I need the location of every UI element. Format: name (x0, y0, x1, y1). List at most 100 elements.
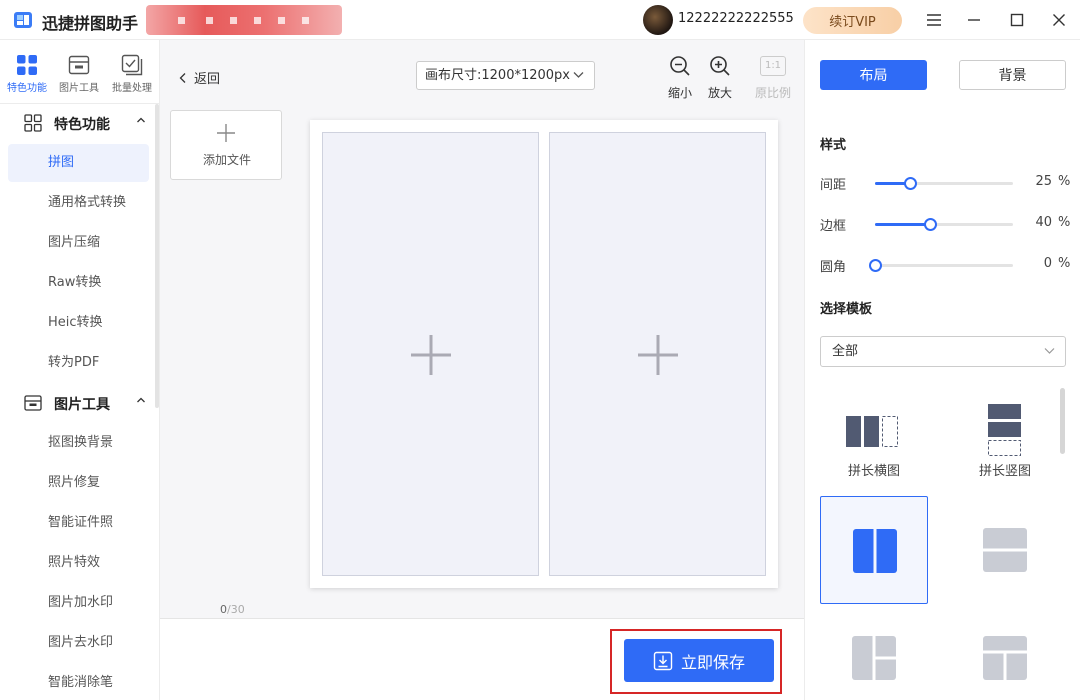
app-logo-icon (14, 12, 32, 28)
template-filter-select[interactable]: 全部 (820, 336, 1066, 367)
zoom-in-button[interactable]: 放大 (700, 54, 740, 100)
category-tabs: 特色功能 图片工具 批量处理 (0, 40, 160, 104)
download-icon (653, 651, 673, 670)
chevron-left-icon (179, 73, 186, 83)
tab-feature[interactable]: 特色功能 (1, 50, 53, 94)
template-one-plus-two-left[interactable] (820, 606, 928, 700)
template-long-vertical[interactable]: 拼长竖图 (951, 388, 1059, 496)
title-bar: 迅捷拼图助手 12222222222555 续订VIP (0, 0, 1080, 40)
file-count: 0/30 (220, 603, 245, 616)
slider-corner-knob[interactable] (869, 259, 882, 272)
add-file-label: 添加文件 (202, 153, 251, 167)
template-two-columns[interactable] (820, 496, 928, 604)
close-button[interactable] (1047, 8, 1071, 32)
slider-border: 边框 40 % (820, 214, 1070, 234)
slider-spacing-value: 25 (1035, 174, 1052, 189)
slider-corner: 圆角 0 % (820, 255, 1070, 275)
chevron-down-icon (573, 72, 584, 78)
zoom-out-label: 缩小 (667, 86, 692, 100)
collage-canvas (310, 120, 778, 588)
two-column-template-icon (853, 529, 897, 573)
save-now-button[interactable]: 立即保存 (624, 639, 774, 682)
file-count-value: 0 (220, 603, 227, 616)
style-title: 样式 (820, 138, 847, 153)
sidebar-scrollbar[interactable] (155, 104, 159, 408)
grid-icon (17, 55, 37, 75)
grid-outline-icon (24, 114, 42, 132)
slider-border-label: 边框 (820, 219, 847, 234)
tab-batch[interactable]: 批量处理 (106, 50, 158, 94)
canvas-size-select[interactable]: 画布尺寸:1200*1200px (416, 61, 595, 90)
tab-feature-label: 特色功能 (7, 83, 47, 94)
slider-corner-unit: % (1058, 256, 1071, 271)
slider-corner-track[interactable] (869, 259, 1013, 272)
split-left-template-icon (852, 636, 896, 680)
slider-border-value: 40 (1035, 215, 1052, 230)
image-slot-1[interactable] (322, 132, 539, 576)
chevron-up-icon (137, 397, 145, 403)
template-long-horizontal[interactable]: 拼长横图 (820, 388, 928, 496)
template-title: 选择模板 (820, 302, 873, 317)
close-icon (1053, 14, 1065, 26)
right-panel: 布局 背景 样式 间距 25 % 边框 40 % 圆角 0 % 选择模板 全部 … (804, 40, 1080, 700)
renew-vip-button[interactable]: 续订VIP (803, 7, 902, 34)
main-area: 返回 画布尺寸:1200*1200px 缩小 放大 1:1 原比例 添加文件 0… (160, 40, 804, 700)
template-scrollbar[interactable] (1060, 388, 1065, 454)
menu-item-photo-effects[interactable]: 照片特效 (8, 544, 149, 582)
chevron-down-icon (1044, 348, 1055, 354)
tab-layout[interactable]: 布局 (820, 60, 927, 90)
save-now-label: 立即保存 (680, 652, 745, 672)
tab-batch-label: 批量处理 (112, 83, 152, 94)
group-tools-header[interactable]: 图片工具 (0, 384, 160, 420)
menu-item-heic[interactable]: Heic转换 (8, 304, 149, 342)
menu-item-format-convert[interactable]: 通用格式转换 (8, 184, 149, 222)
menu-button[interactable] (922, 8, 946, 32)
minimize-button[interactable] (962, 8, 986, 32)
slider-spacing: 间距 25 % (820, 173, 1070, 193)
slider-spacing-knob[interactable] (903, 177, 917, 190)
menu-item-pdf[interactable]: 转为PDF (8, 344, 149, 382)
image-tool-icon (68, 55, 90, 75)
image-slot-2[interactable] (549, 132, 766, 576)
menu-item-id-photo[interactable]: 智能证件照 (8, 504, 149, 542)
plus-icon (411, 335, 451, 375)
tab-background[interactable]: 背景 (959, 60, 1066, 90)
slider-corner-label: 圆角 (820, 260, 847, 275)
template-two-rows[interactable] (951, 496, 1059, 604)
long-horizontal-template-icon (846, 416, 898, 447)
template-one-plus-two-bottom[interactable] (951, 606, 1059, 700)
template-long-horizontal-label: 拼长横图 (847, 464, 900, 479)
tab-image-tools-label: 图片工具 (59, 83, 99, 94)
slider-spacing-track[interactable] (875, 177, 1013, 190)
batch-icon (121, 54, 143, 76)
menu-item-add-watermark[interactable]: 图片加水印 (8, 584, 149, 622)
maximize-button[interactable] (1005, 8, 1029, 32)
group-feature-title: 特色功能 (54, 117, 110, 133)
menu-item-collage[interactable]: 拼图 (8, 144, 149, 182)
avatar[interactable] (643, 5, 673, 35)
chevron-up-icon (137, 117, 145, 123)
back-button[interactable]: 返回 (178, 68, 220, 87)
zoom-out-button[interactable]: 缩小 (660, 54, 700, 100)
blurred-banner (146, 5, 342, 35)
plus-icon (217, 124, 235, 142)
menu-item-eraser[interactable]: 智能消除笔 (8, 664, 149, 700)
plus-icon (638, 335, 678, 375)
file-count-max: /30 (227, 603, 245, 616)
split-bottom-template-icon (983, 636, 1027, 680)
menu-item-cutout[interactable]: 抠图换背景 (8, 424, 149, 462)
menu-item-photo-repair[interactable]: 照片修复 (8, 464, 149, 502)
slider-border-track[interactable] (875, 218, 1013, 231)
zoom-in-label: 放大 (707, 86, 732, 100)
original-ratio-button[interactable]: 1:1 原比例 (753, 54, 793, 100)
slider-spacing-label: 间距 (820, 178, 847, 193)
add-file-button[interactable]: 添加文件 (170, 110, 282, 180)
group-tools-title: 图片工具 (54, 397, 110, 413)
slider-border-knob[interactable] (924, 218, 938, 231)
menu-item-remove-watermark[interactable]: 图片去水印 (8, 624, 149, 662)
menu-item-raw[interactable]: Raw转换 (8, 264, 149, 302)
tab-image-tools[interactable]: 图片工具 (53, 50, 105, 94)
menu-item-compress[interactable]: 图片压缩 (8, 224, 149, 262)
left-sidebar: 特色功能 图片工具 批量处理 特色功能 拼图 通用格式转换 图片压缩 Raw转换… (0, 40, 160, 700)
group-feature-header[interactable]: 特色功能 (0, 104, 160, 140)
